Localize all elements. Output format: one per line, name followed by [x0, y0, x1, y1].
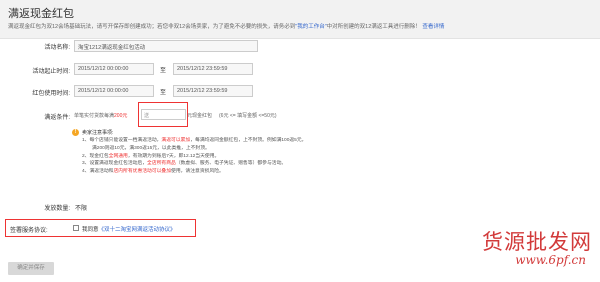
activity-name-label: 活动名称:	[44, 45, 70, 51]
view-details-link[interactable]: 查看详情	[422, 24, 444, 30]
note-text: 4、满返活动和	[82, 169, 114, 175]
activity-period-label: 活动起止时间:	[32, 69, 70, 75]
note-text: 满200则返10元，满300返15元，以此类推，上不封顶。	[92, 145, 210, 151]
note-highlight: 全店所有商品	[147, 161, 176, 167]
period-end-input[interactable]: 2015/12/12 23:59:59	[173, 63, 253, 75]
workbench-link[interactable]: "我的工作台"	[295, 24, 326, 30]
send-quantity-label: 发放数量:	[44, 206, 70, 212]
note-line: 满200则返10元，满300返15元，以此类推，上不封顶。	[72, 145, 372, 153]
period-start-input[interactable]: 2015/12/12 00:00:00	[74, 63, 154, 75]
red-packet-amount-input[interactable]: 送	[141, 109, 186, 120]
usage-time-label: 红包使用时间:	[32, 91, 70, 97]
save-button[interactable]: 确定并保存	[8, 262, 54, 275]
header-desc-suffix: 中对所创建的双12满返工具进行删除！	[326, 24, 421, 30]
note-text: 1、每个店铺只能设置一档满返活动，	[82, 138, 162, 143]
note-line: 3、设置满返现金红包活动后，全店所有商品（数虚拟、服务、电子凭证、赠售等）都参与…	[72, 160, 372, 168]
page-header: 满返现金红包 满返现金红包为双12会场基础玩法，请写开保存即创建成功；若您非双1…	[0, 0, 600, 39]
condition-label: 满返条件:	[44, 115, 70, 121]
agreement-prefix: 我同意	[82, 227, 99, 233]
note-highlight: 满返可以累加	[161, 138, 191, 143]
note-line: 1、每个店铺只能设置一档满返活动，满返可以累加，每满均返同金额红包，上不封顶。例…	[72, 137, 372, 145]
watermark-url: www.6pf.cn	[515, 253, 586, 267]
condition-mid: 元现金红包	[187, 113, 213, 119]
note-text: 使用，请注意资损风险。	[171, 169, 224, 175]
activity-name-input[interactable]: 淘宝1212满返现金红包活动	[74, 40, 258, 52]
agreement-label: 签署服务协议:	[10, 228, 48, 234]
condition-prefix-text: 单笔实付货款每满	[74, 113, 115, 119]
usage-end-input[interactable]: 2015/12/12 23:59:59	[173, 85, 253, 97]
note-line: 4、满返活动和店内所有优惠活动可以叠加使用，请注意资损风险。	[72, 168, 372, 176]
header-description: 满返现金红包为双12会场基础玩法，请写开保存即创建成功；若您非双12会场卖家，为…	[8, 22, 444, 30]
condition-range-hint: (6元 <= 填写金额 <=50元)	[219, 113, 277, 119]
notes-title-text: 卖家注意事项:	[82, 130, 114, 136]
note-text: （数虚拟、服务、电子凭证、赠售等）都参与活动。	[175, 161, 287, 167]
note-text: ，每满均返同金额红包，上不封顶。例如满100返5元，	[190, 138, 307, 143]
warning-icon: !	[72, 129, 79, 136]
watermark-logo: 货源批发网	[482, 230, 592, 254]
note-highlight: 店内所有优惠活动可以叠加	[113, 169, 172, 175]
agreement-text: 我同意《双十二淘宝网满返活动协议》	[82, 225, 176, 233]
note-text: 3、设置满返现金红包活动后，	[82, 161, 148, 167]
seller-notes: ! 卖家注意事项: 1、每个店铺只能设置一档满返活动，满返可以累加，每满均返同金…	[72, 129, 372, 176]
condition-prefix: 单笔实付货款每满200元	[74, 112, 127, 119]
header-desc-prefix: 满返现金红包为双12会场基础玩法，请写开保存即创建成功；若您非双12会场卖家，为…	[8, 24, 296, 30]
notes-title: ! 卖家注意事项:	[72, 129, 372, 137]
note-highlight: 全网通用	[108, 153, 128, 159]
usage-separator: 至	[160, 90, 167, 96]
period-separator: 至	[160, 68, 167, 74]
send-quantity-value: 不限	[75, 206, 88, 212]
page-title: 满返现金红包	[8, 8, 74, 20]
note-text: 2、现金红包	[82, 153, 109, 159]
note-text: ，有效期为到账后7天，即12.12当天使用。	[127, 153, 220, 159]
agreement-checkbox[interactable]	[73, 225, 79, 231]
condition-amount: 200元	[114, 113, 128, 119]
usage-start-input[interactable]: 2015/12/12 00:00:00	[74, 85, 154, 97]
note-line: 2、现金红包全网通用，有效期为到账后7天，即12.12当天使用。	[72, 153, 372, 161]
agreement-link[interactable]: 《双十二淘宝网满返活动协议》	[99, 227, 176, 233]
